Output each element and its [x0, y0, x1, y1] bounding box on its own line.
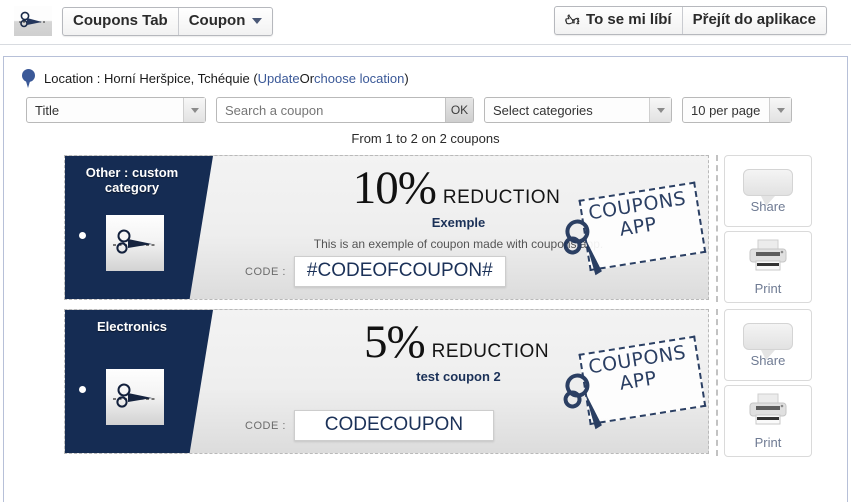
coupon-dropdown-button[interactable]: Coupon — [177, 7, 273, 35]
share-button[interactable]: Share — [724, 309, 812, 381]
like-button[interactable]: 👍︎ To se mi líbí — [555, 7, 681, 34]
coupon-bullet — [79, 232, 86, 239]
choose-location-link[interactable]: choose location — [314, 71, 404, 86]
coupon-reduction-label: REDUCTION — [431, 341, 550, 362]
coupon-card[interactable]: Electronics 5% REDUCTION test coupon 2 C… — [64, 309, 826, 457]
print-button[interactable]: Print — [724, 231, 812, 303]
coupon-code-label: CODE : — [245, 419, 286, 432]
speech-bubble-icon — [743, 322, 793, 360]
scissors-icon — [112, 224, 158, 263]
categories-value: Select categories — [493, 102, 593, 118]
search-input[interactable] — [217, 99, 439, 121]
per-page-value: 10 per page — [691, 102, 761, 118]
sort-by-value: Title — [35, 102, 60, 118]
coupon-code-value[interactable]: CODECOUPON — [293, 410, 494, 441]
coupon-body: Other : custom category 10% REDUCTION Ex… — [64, 155, 709, 300]
coupons-tab-button[interactable]: Coupons Tab — [63, 8, 178, 35]
chevron-down-icon — [649, 98, 671, 122]
facebook-button-group[interactable]: 👍︎ To se mi líbí Přejít do aplikace — [554, 6, 827, 35]
location-text: Location : Horní Heršpice, Tchéquie ( — [44, 71, 258, 86]
location-separator: Or — [299, 71, 315, 86]
scissors-icon — [18, 9, 48, 34]
coupon-bullet — [79, 386, 86, 393]
coupon-percent: 10% — [352, 162, 437, 214]
location-suffix: ) — [404, 71, 409, 86]
coupon-dropdown-label: Coupon — [188, 11, 246, 29]
chevron-down-icon — [252, 17, 263, 24]
print-label: Print — [754, 434, 782, 450]
search-ok-button[interactable]: OK — [445, 98, 473, 122]
location-bar: Location : Horní Heršpice, Tchéquie ( Up… — [4, 57, 847, 88]
like-label: To se mi líbí — [586, 11, 672, 28]
printer-icon — [747, 239, 789, 278]
coupons-tab-button-group[interactable]: Coupons Tab Coupon — [62, 6, 274, 36]
coupon-reduction-label: REDUCTION — [442, 187, 561, 208]
go-to-app-button[interactable]: Přejít do aplikace — [681, 7, 826, 34]
app-header-bar: Coupons Tab Coupon 👍︎ To se mi líbí Přej… — [0, 0, 851, 45]
coupon-category-label: Electronics — [96, 319, 168, 334]
coupon-category-image — [106, 369, 164, 425]
coupon-content: 10% REDUCTION Exemple This is an exemple … — [215, 156, 708, 299]
coupon-body: Electronics 5% REDUCTION test coupon 2 C… — [64, 309, 709, 454]
printer-icon — [747, 393, 789, 432]
coupon-card[interactable]: Other : custom category 10% REDUCTION Ex… — [64, 155, 826, 303]
coupon-code-row: CODE : CODECOUPON — [245, 410, 494, 441]
coupon-code-value[interactable]: #CODEOFCOUPON# — [293, 256, 506, 287]
app-content-panel: Location : Horní Heršpice, Tchéquie ( Up… — [3, 56, 848, 502]
coupon-category-panel: Electronics — [65, 310, 213, 453]
coupon-actions: Share Print — [716, 309, 812, 457]
thumbs-up-icon: 👍︎ — [565, 12, 581, 28]
per-page-select[interactable]: 10 per page — [682, 97, 792, 123]
coupon-category-panel: Other : custom category — [65, 156, 213, 299]
speech-bubble-icon — [743, 168, 793, 206]
coupon-code-label: CODE : — [245, 265, 286, 278]
share-button[interactable]: Share — [724, 155, 812, 227]
search-field-wrapper[interactable]: OK — [216, 97, 474, 123]
update-location-link[interactable]: Update — [258, 71, 300, 86]
coupon-code-row: CODE : #CODEOFCOUPON# — [245, 256, 506, 287]
app-header-left: Coupons Tab Coupon — [14, 6, 274, 36]
results-count: From 1 to 2 on 2 coupons — [351, 131, 500, 146]
categories-select[interactable]: Select categories — [484, 97, 672, 123]
coupon-category-image — [106, 215, 164, 271]
chevron-down-icon — [769, 98, 791, 122]
app-header-right: 👍︎ To se mi líbí Přejít do aplikace — [554, 6, 827, 35]
chevron-down-icon — [183, 98, 205, 122]
coupon-category-label: Other : custom category — [85, 165, 179, 195]
map-pin-icon — [22, 69, 35, 88]
sort-by-select[interactable]: Title — [26, 97, 206, 123]
scissors-icon — [112, 378, 158, 417]
coupon-actions: Share Print — [716, 155, 812, 303]
print-button[interactable]: Print — [724, 385, 812, 457]
coupon-percent: 5% — [363, 316, 426, 368]
coupon-content: 5% REDUCTION test coupon 2 CODE : CODECOU… — [215, 310, 708, 453]
filter-toolbar: Title OK Select categories 10 per page — [4, 88, 847, 123]
print-label: Print — [754, 280, 782, 296]
app-logo — [14, 6, 52, 36]
